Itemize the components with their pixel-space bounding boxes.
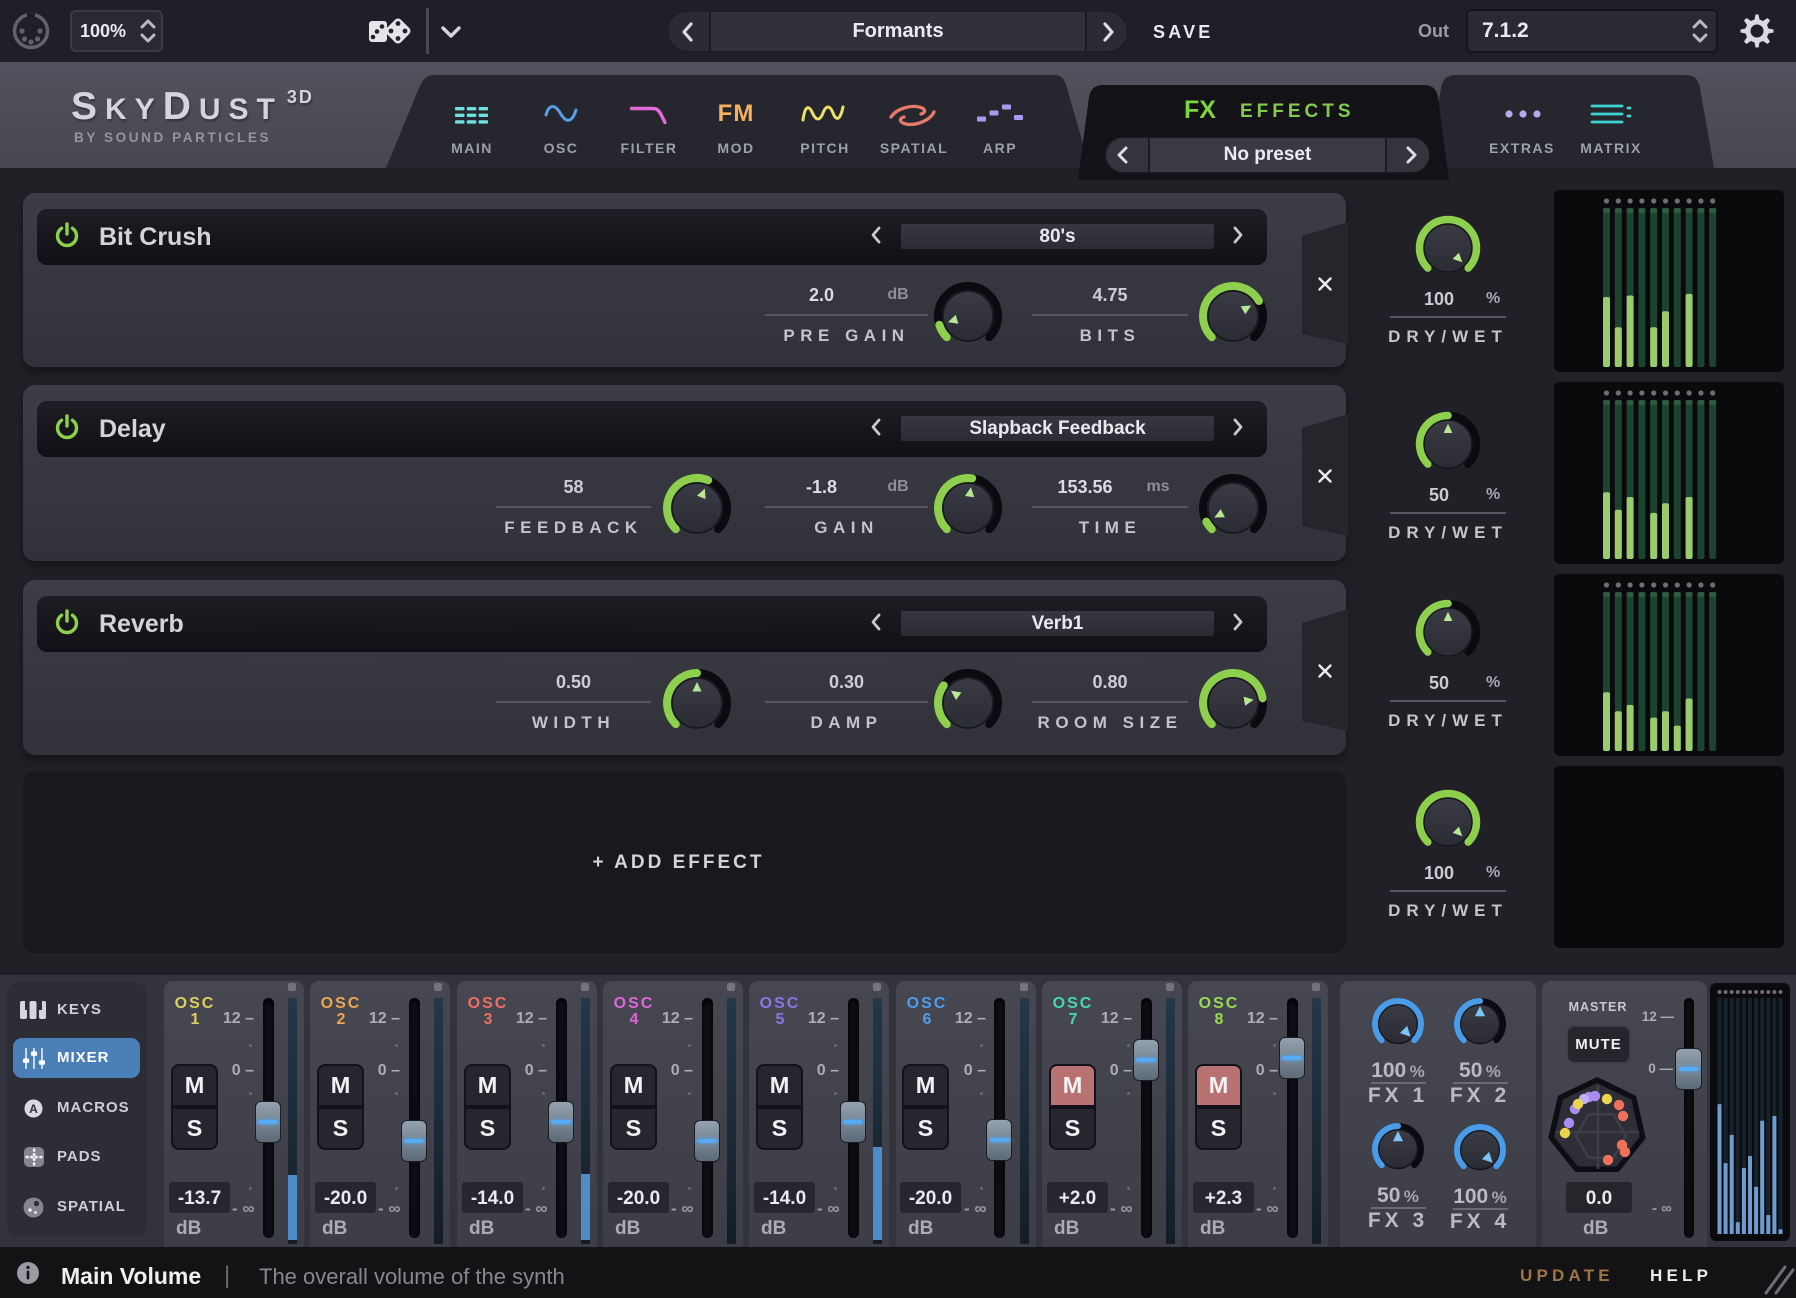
svg-text:A: A <box>29 1102 38 1116</box>
